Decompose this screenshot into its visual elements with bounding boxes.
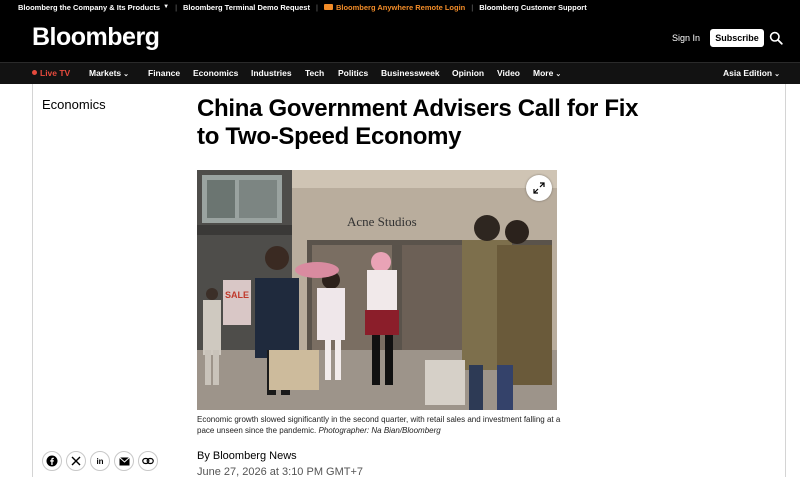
edition-selector[interactable]: Asia Edition ⌄ — [723, 68, 780, 78]
photo-credit: Photographer: Na Bian/Bloomberg — [318, 426, 441, 435]
masthead: Bloomberg Sign In Subscribe — [0, 14, 800, 62]
section-label[interactable]: Economics — [42, 97, 106, 112]
separator: | — [175, 2, 178, 12]
byline[interactable]: By Bloomberg News — [197, 450, 297, 462]
article-photo[interactable]: Acne Studios SALE — [197, 170, 557, 410]
content-border-right — [785, 84, 786, 477]
bloomberg-logo[interactable]: Bloomberg — [32, 23, 160, 52]
anywhere-login-label: Bloomberg Anywhere Remote Login — [335, 2, 466, 12]
terminal-demo-link[interactable]: Bloomberg Terminal Demo Request — [183, 3, 310, 12]
share-email-button[interactable] — [114, 451, 134, 471]
share-linkedin-button[interactable]: in — [90, 451, 110, 471]
main-nav: Live TV Markets ⌄ Finance Economics Indus… — [0, 62, 800, 84]
share-link-button[interactable] — [138, 451, 158, 471]
separator: | — [471, 2, 474, 12]
email-icon — [118, 456, 130, 465]
sign-in-link[interactable]: Sign In — [672, 33, 700, 43]
nav-politics[interactable]: Politics — [338, 68, 368, 78]
nav-more-label: More — [533, 68, 554, 78]
nav-industries[interactable]: Industries — [251, 68, 292, 78]
publish-date: June 27, 2026 at 3:10 PM GMT+7 — [197, 466, 364, 478]
share-facebook-button[interactable] — [42, 451, 62, 471]
nav-live-tv[interactable]: Live TV — [32, 68, 70, 78]
edition-label: Asia Edition — [723, 68, 773, 78]
nav-live-label: Live TV — [40, 68, 71, 78]
nav-businessweek[interactable]: Businessweek — [381, 68, 440, 78]
linkedin-icon: in — [96, 456, 104, 466]
chevron-down-icon: ⌄ — [123, 71, 130, 78]
sale-sign-text: SALE — [225, 290, 249, 300]
share-x-button[interactable] — [66, 451, 86, 471]
nav-markets-label: Markets — [89, 68, 122, 78]
nav-video[interactable]: Video — [497, 68, 520, 78]
x-icon — [71, 456, 81, 466]
terminal-keyboard-icon — [323, 4, 333, 10]
content-border-left — [32, 84, 33, 477]
live-dot-icon — [32, 70, 37, 75]
utility-bar: Bloomberg the Company & Its Products ▼ | … — [0, 0, 800, 14]
subscribe-button[interactable]: Subscribe — [710, 29, 764, 47]
link-icon — [142, 457, 154, 465]
nav-opinion[interactable]: Opinion — [452, 68, 484, 78]
chevron-down-icon: ⌄ — [555, 71, 562, 78]
expand-icon — [533, 182, 545, 194]
customer-support-link[interactable]: Bloomberg Customer Support — [479, 3, 587, 12]
separator: | — [315, 2, 318, 12]
nav-economics[interactable]: Economics — [193, 68, 238, 78]
expand-image-button[interactable] — [526, 175, 552, 201]
anywhere-login-link[interactable]: Bloomberg Anywhere Remote Login — [323, 2, 466, 12]
company-products-label: Bloomberg the Company & Its Products — [18, 2, 161, 12]
facebook-icon — [46, 455, 58, 467]
article-headline: China Government Advisers Call for Fix t… — [197, 95, 639, 150]
share-bar: in — [42, 451, 158, 471]
nav-more[interactable]: More ⌄ — [533, 68, 561, 78]
street-scene-image: Acne Studios SALE — [197, 170, 557, 410]
nav-markets[interactable]: Markets ⌄ — [89, 68, 129, 78]
photo-caption: Economic growth slowed significantly in … — [197, 414, 567, 436]
nav-tech[interactable]: Tech — [305, 68, 324, 78]
chevron-down-icon: ⌄ — [774, 71, 780, 78]
nav-finance[interactable]: Finance — [148, 68, 180, 78]
storefront-sign-text: Acne Studios — [347, 214, 417, 229]
company-products-link[interactable]: Bloomberg the Company & Its Products ▼ — [18, 3, 169, 12]
search-icon[interactable] — [769, 31, 783, 45]
chevron-down-icon: ▼ — [163, 4, 170, 10]
